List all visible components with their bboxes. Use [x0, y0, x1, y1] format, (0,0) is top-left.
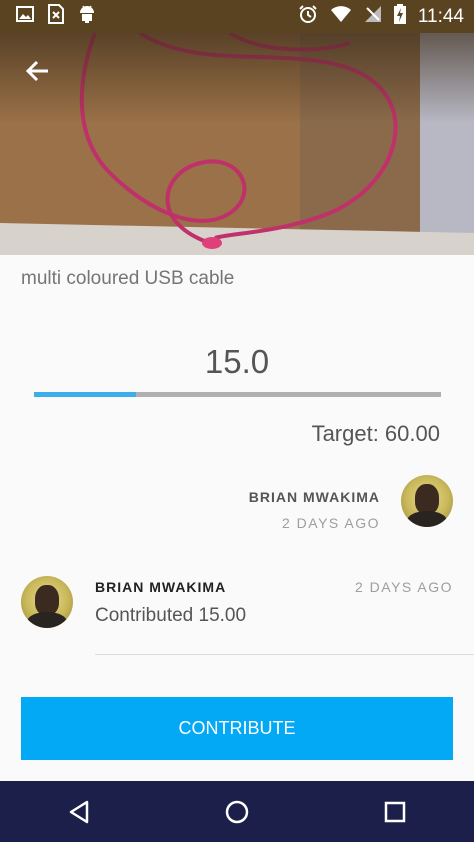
- funding-progress-bar: [34, 392, 441, 397]
- contribute-button[interactable]: CONTRIBUTE: [21, 697, 453, 760]
- android-icon: [78, 4, 96, 29]
- item-photo: [0, 33, 474, 255]
- status-bar: 11:44: [0, 0, 474, 33]
- sim-error-icon: [48, 4, 64, 29]
- image-icon: [16, 6, 34, 27]
- contribution-text: Contributed 15.00: [95, 605, 247, 626]
- recents-nav-icon[interactable]: [365, 781, 425, 842]
- photo-top-shade: [0, 33, 474, 123]
- funding-progress-fill: [34, 392, 136, 397]
- avatar-face: [415, 484, 439, 514]
- system-nav-bar: [0, 781, 474, 842]
- list-divider: [95, 654, 474, 655]
- target-amount: Target: 60.00: [311, 421, 440, 446]
- home-nav-icon[interactable]: [207, 781, 267, 842]
- avatar-face: [35, 585, 59, 615]
- arrow-left-icon: [22, 60, 54, 91]
- owner-avatar[interactable]: [401, 475, 453, 527]
- battery-charging-icon: [393, 4, 406, 29]
- contributor-avatar[interactable]: [21, 576, 73, 628]
- contributor-name: BRIAN MWAKIMA: [95, 579, 227, 595]
- alarm-icon: [298, 4, 318, 29]
- owner-name: BRIAN MWAKIMA: [248, 489, 380, 505]
- no-signal-icon: [364, 5, 382, 28]
- contribution-date: 2 DAYS AGO: [355, 579, 453, 595]
- avatar-shirt: [407, 511, 447, 527]
- raised-amount: 15.0: [204, 343, 270, 380]
- item-title: multi coloured USB cable: [21, 268, 235, 289]
- avatar-shirt: [27, 612, 67, 628]
- owner-date: 2 DAYS AGO: [282, 515, 380, 531]
- back-nav-icon[interactable]: [49, 781, 109, 842]
- wifi-icon: [330, 5, 352, 28]
- back-button[interactable]: [22, 55, 54, 87]
- clock-time: 11:44: [417, 5, 464, 27]
